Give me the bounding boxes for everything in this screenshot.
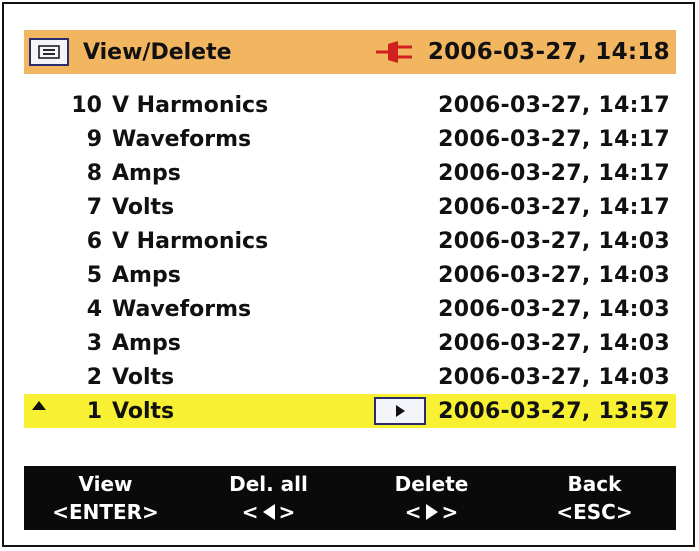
list-item[interactable]: 8 Amps 2006-03-27, 14:17	[24, 156, 676, 190]
record-timestamp: 2006-03-27, 14:03	[438, 296, 670, 322]
mains-plug-icon	[375, 39, 416, 65]
record-number: 5	[86, 262, 102, 288]
list-item[interactable]: 9 Waveforms 2006-03-27, 14:17	[24, 122, 676, 156]
record-number: 9	[86, 126, 102, 152]
scroll-up-icon[interactable]	[32, 401, 46, 410]
record-name: Amps	[112, 262, 181, 288]
record-name: Volts	[112, 364, 175, 390]
view-button[interactable]: View <ENTER>	[24, 466, 187, 530]
record-name: Volts	[112, 398, 175, 424]
delete-all-button[interactable]: Del. all < >	[187, 466, 350, 530]
record-timestamp: 2006-03-27, 14:03	[438, 330, 670, 356]
record-number: 10	[71, 92, 102, 118]
list-item[interactable]: 4 Waveforms 2006-03-27, 14:03	[24, 292, 676, 326]
delete-button[interactable]: Delete < >	[350, 466, 513, 530]
record-timestamp: 2006-03-27, 13:57	[438, 398, 670, 424]
delete-all-hint: < >	[241, 500, 296, 524]
play-icon[interactable]	[374, 397, 427, 425]
left-arrow-icon	[262, 504, 275, 520]
current-datetime: 2006-03-27, 14:18	[427, 39, 670, 65]
view-label: View	[78, 472, 133, 496]
record-name: Waveforms	[112, 126, 252, 152]
delete-label: Delete	[394, 472, 469, 496]
record-timestamp: 2006-03-27, 14:03	[438, 228, 670, 254]
record-timestamp: 2006-03-27, 14:03	[438, 364, 670, 390]
record-timestamp: 2006-03-27, 14:17	[438, 160, 670, 186]
record-timestamp: 2006-03-27, 14:03	[438, 262, 670, 288]
delete-all-label: Del. all	[229, 472, 308, 496]
record-number: 2	[86, 364, 102, 390]
record-name: Amps	[112, 160, 181, 186]
enter-hint: <ENTER>	[52, 500, 159, 524]
record-name: Waveforms	[112, 296, 252, 322]
record-name: Volts	[112, 194, 175, 220]
page-title: View/Delete	[83, 39, 232, 65]
right-arrow-icon	[425, 504, 438, 520]
list-item[interactable]: 10 V Harmonics 2006-03-27, 14:17	[24, 88, 676, 122]
record-number: 6	[86, 228, 102, 254]
record-number: 8	[86, 160, 102, 186]
record-timestamp: 2006-03-27, 14:17	[438, 92, 670, 118]
record-list: 10 V Harmonics 2006-03-27, 14:17 9 Wavef…	[24, 88, 676, 428]
esc-hint: <ESC>	[556, 500, 633, 524]
title-bar: View/Delete 2006-03-27, 14:18	[24, 30, 676, 74]
list-item[interactable]: 3 Amps 2006-03-27, 14:03	[24, 326, 676, 360]
record-name: V Harmonics	[112, 228, 269, 254]
record-number: 4	[86, 296, 102, 322]
list-item[interactable]: 6 V Harmonics 2006-03-27, 14:03	[24, 224, 676, 258]
list-item[interactable]: 2 Volts 2006-03-27, 14:03	[24, 360, 676, 394]
record-timestamp: 2006-03-27, 14:17	[438, 194, 670, 220]
delete-hint: < >	[404, 500, 459, 524]
back-button[interactable]: Back <ESC>	[513, 466, 676, 530]
record-number: 3	[86, 330, 102, 356]
record-timestamp: 2006-03-27, 14:17	[438, 126, 670, 152]
menu-icon[interactable]	[29, 38, 69, 66]
list-item-selected[interactable]: 1 Volts 2006-03-27, 13:57	[24, 394, 676, 428]
record-name: Amps	[112, 330, 181, 356]
list-item[interactable]: 5 Amps 2006-03-27, 14:03	[24, 258, 676, 292]
record-number: 7	[86, 194, 102, 220]
function-key-bar: View <ENTER> Del. all < > Delete < > Bac…	[24, 466, 676, 530]
back-label: Back	[567, 472, 622, 496]
record-name: V Harmonics	[112, 92, 269, 118]
list-item[interactable]: 7 Volts 2006-03-27, 14:17	[24, 190, 676, 224]
